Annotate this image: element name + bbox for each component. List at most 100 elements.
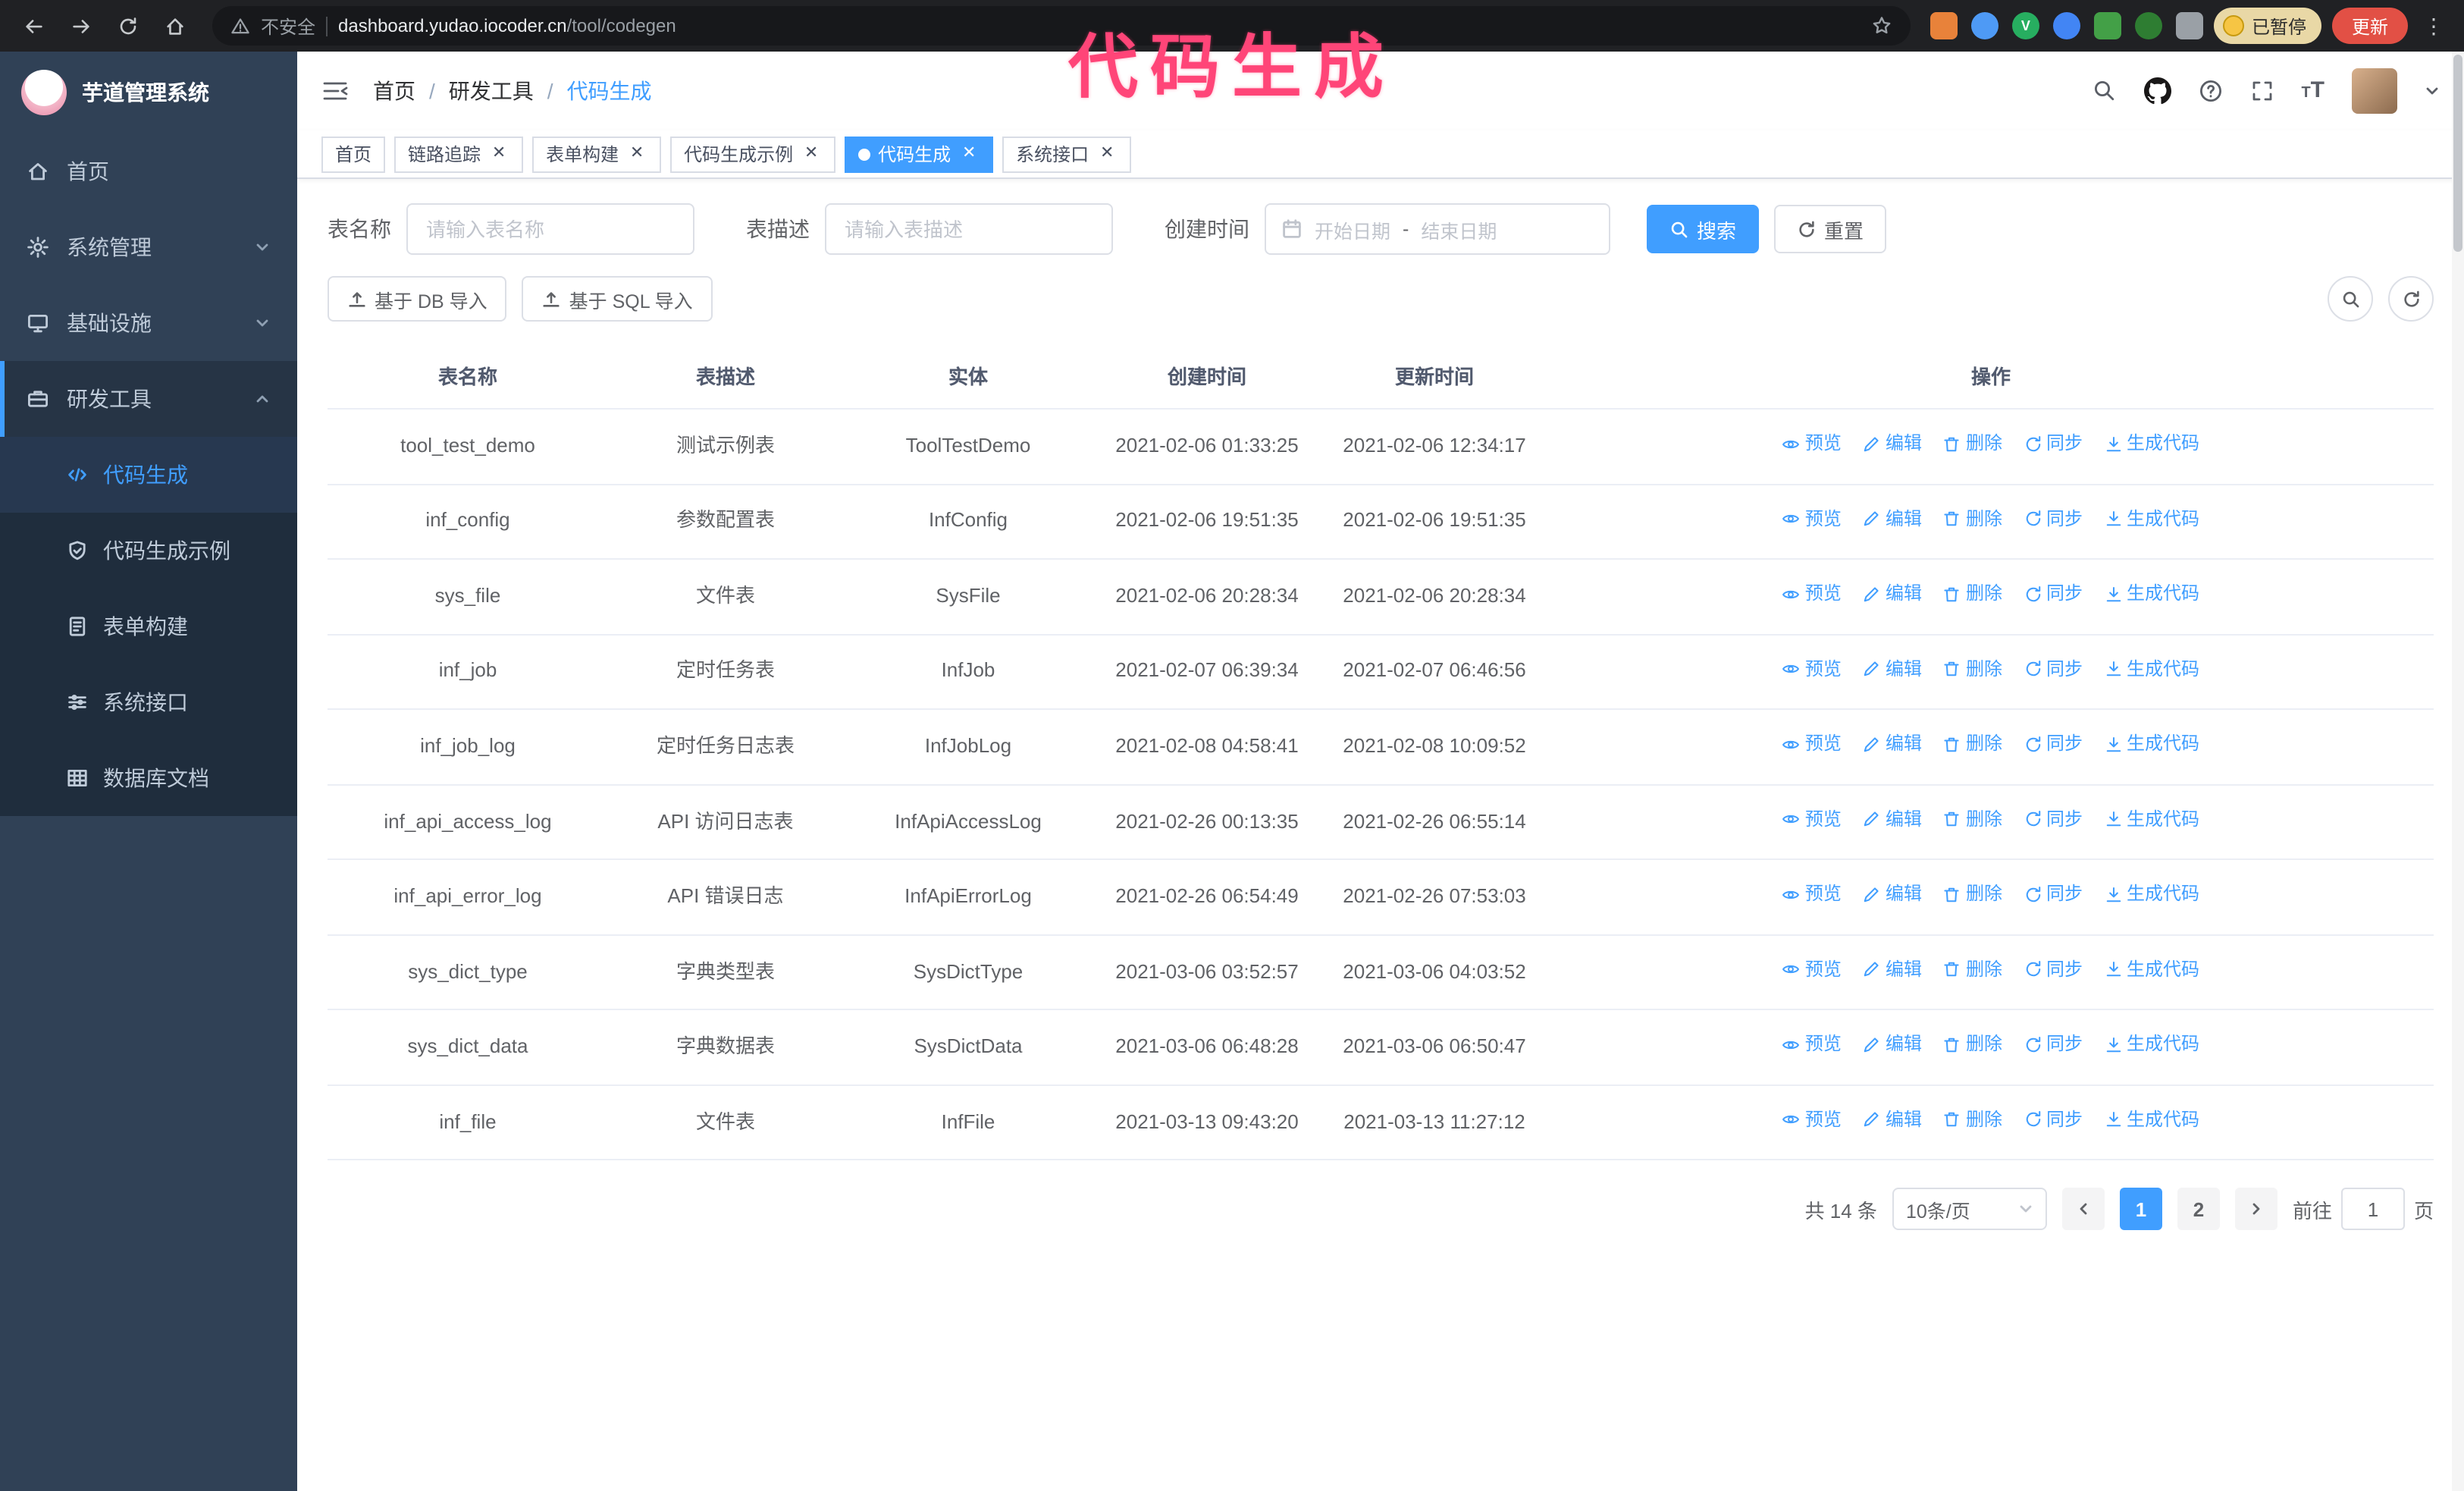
page-button-1[interactable]: 1: [2119, 1188, 2162, 1231]
action-edit[interactable]: 编辑: [1863, 1107, 1922, 1134]
close-icon[interactable]: ✕: [801, 143, 822, 165]
tab-form-builder[interactable]: 表单构建 ✕: [532, 136, 662, 172]
extension-icon-people[interactable]: [2052, 12, 2080, 39]
action-preview[interactable]: 预览: [1782, 506, 1842, 532]
action-preview[interactable]: 预览: [1782, 581, 1842, 607]
reload-icon[interactable]: [109, 8, 146, 44]
action-edit[interactable]: 编辑: [1863, 731, 1922, 758]
home-icon[interactable]: [156, 8, 193, 44]
sidebar-item-form-builder[interactable]: 表单构建: [0, 589, 297, 664]
action-sync[interactable]: 同步: [2024, 806, 2083, 833]
sidebar-item-system-api[interactable]: 系统接口: [0, 664, 297, 740]
action-generate[interactable]: 生成代码: [2104, 656, 2199, 683]
action-delete[interactable]: 删除: [1943, 1107, 2002, 1134]
action-delete[interactable]: 删除: [1943, 731, 2002, 758]
action-delete[interactable]: 删除: [1943, 956, 2002, 983]
action-sync[interactable]: 同步: [2024, 731, 2083, 758]
close-icon[interactable]: ✕: [626, 143, 647, 165]
action-sync[interactable]: 同步: [2024, 431, 2083, 457]
action-generate[interactable]: 生成代码: [2104, 806, 2199, 833]
refresh-table-button[interactable]: [2388, 276, 2434, 322]
action-preview[interactable]: 预览: [1782, 431, 1842, 457]
action-preview[interactable]: 预览: [1782, 956, 1842, 983]
breadcrumb-dev-tools[interactable]: 研发工具: [449, 76, 534, 106]
scrollbar-thumb[interactable]: [2453, 55, 2462, 252]
tab-code-generation[interactable]: 代码生成 ✕: [845, 136, 994, 172]
action-edit[interactable]: 编辑: [1863, 506, 1922, 532]
action-preview[interactable]: 预览: [1782, 1107, 1842, 1134]
address-bar[interactable]: 不安全 dashboard.yudao.iocoder.cn/tool/code…: [212, 6, 1911, 46]
sidebar-collapse-icon[interactable]: [321, 79, 349, 103]
url-text[interactable]: dashboard.yudao.iocoder.cn/tool/codegen: [338, 15, 676, 36]
action-edit[interactable]: 编辑: [1863, 581, 1922, 607]
date-range-picker[interactable]: 开始日期 - 结束日期: [1265, 203, 1610, 255]
sidebar-item-codegen-example[interactable]: 代码生成示例: [0, 513, 297, 589]
action-sync[interactable]: 同步: [2024, 506, 2083, 532]
import-db-button[interactable]: 基于 DB 导入: [328, 276, 507, 322]
action-edit[interactable]: 编辑: [1863, 806, 1922, 833]
action-generate[interactable]: 生成代码: [2104, 956, 2199, 983]
extension-icon-orange[interactable]: [1930, 12, 1958, 39]
action-generate[interactable]: 生成代码: [2104, 581, 2199, 607]
action-sync[interactable]: 同步: [2024, 581, 2083, 607]
back-icon[interactable]: [15, 8, 52, 44]
action-sync[interactable]: 同步: [2024, 1032, 2083, 1059]
goto-page-input[interactable]: [2340, 1188, 2405, 1231]
tab-system-api[interactable]: 系统接口 ✕: [1002, 136, 1132, 172]
extension-icon-green-square[interactable]: [2093, 12, 2121, 39]
breadcrumb-home[interactable]: 首页: [373, 76, 415, 106]
import-sql-button[interactable]: 基于 SQL 导入: [522, 276, 713, 322]
action-generate[interactable]: 生成代码: [2104, 506, 2199, 532]
action-generate[interactable]: 生成代码: [2104, 1107, 2199, 1134]
extension-icon-blue[interactable]: [1970, 12, 1998, 39]
extensions-puzzle-icon[interactable]: [2175, 12, 2203, 39]
tab-codegen-example[interactable]: 代码生成示例 ✕: [670, 136, 836, 172]
help-icon[interactable]: [2198, 79, 2222, 103]
action-edit[interactable]: 编辑: [1863, 881, 1922, 908]
action-sync[interactable]: 同步: [2024, 1107, 2083, 1134]
search-button[interactable]: 搜索: [1647, 205, 1760, 253]
font-size-icon[interactable]: TT: [2301, 77, 2324, 105]
action-sync[interactable]: 同步: [2024, 881, 2083, 908]
close-icon[interactable]: ✕: [488, 143, 509, 165]
fullscreen-icon[interactable]: [2249, 79, 2274, 103]
action-generate[interactable]: 生成代码: [2104, 731, 2199, 758]
close-icon[interactable]: ✕: [958, 143, 980, 165]
tab-home[interactable]: 首页: [321, 136, 386, 172]
action-preview[interactable]: 预览: [1782, 806, 1842, 833]
action-delete[interactable]: 删除: [1943, 431, 2002, 457]
toggle-search-button[interactable]: [2328, 276, 2373, 322]
page-button-2[interactable]: 2: [2177, 1188, 2220, 1231]
action-delete[interactable]: 删除: [1943, 806, 2002, 833]
action-delete[interactable]: 删除: [1943, 881, 2002, 908]
sidebar-item-code-generation[interactable]: 代码生成: [0, 437, 297, 513]
action-preview[interactable]: 预览: [1782, 731, 1842, 758]
table-desc-input[interactable]: [825, 203, 1113, 255]
sidebar-item-infrastructure[interactable]: 基础设施: [0, 285, 297, 361]
action-sync[interactable]: 同步: [2024, 956, 2083, 983]
action-preview[interactable]: 预览: [1782, 656, 1842, 683]
extension-icon-leaf[interactable]: [2134, 12, 2162, 39]
sidebar-item-home[interactable]: 首页: [0, 133, 297, 209]
user-avatar[interactable]: [2352, 68, 2397, 114]
next-page-button[interactable]: [2234, 1188, 2277, 1231]
bookmark-star-icon[interactable]: [1871, 15, 1892, 36]
search-icon[interactable]: [2092, 79, 2116, 103]
action-preview[interactable]: 预览: [1782, 1032, 1842, 1059]
reset-button[interactable]: 重置: [1774, 205, 1887, 253]
action-edit[interactable]: 编辑: [1863, 956, 1922, 983]
action-generate[interactable]: 生成代码: [2104, 431, 2199, 457]
action-preview[interactable]: 预览: [1782, 881, 1842, 908]
github-icon[interactable]: [2143, 77, 2171, 105]
paused-extension-badge[interactable]: 已暂停: [2213, 8, 2321, 44]
close-icon[interactable]: ✕: [1096, 143, 1118, 165]
browser-menu-icon[interactable]: ⋮: [2419, 13, 2449, 39]
action-sync[interactable]: 同步: [2024, 656, 2083, 683]
action-delete[interactable]: 删除: [1943, 581, 2002, 607]
forward-icon[interactable]: [62, 8, 99, 44]
sidebar-item-dev-tools[interactable]: 研发工具: [0, 361, 297, 437]
action-generate[interactable]: 生成代码: [2104, 881, 2199, 908]
action-delete[interactable]: 删除: [1943, 506, 2002, 532]
action-delete[interactable]: 删除: [1943, 1032, 2002, 1059]
sidebar-item-db-docs[interactable]: 数据库文档: [0, 740, 297, 816]
